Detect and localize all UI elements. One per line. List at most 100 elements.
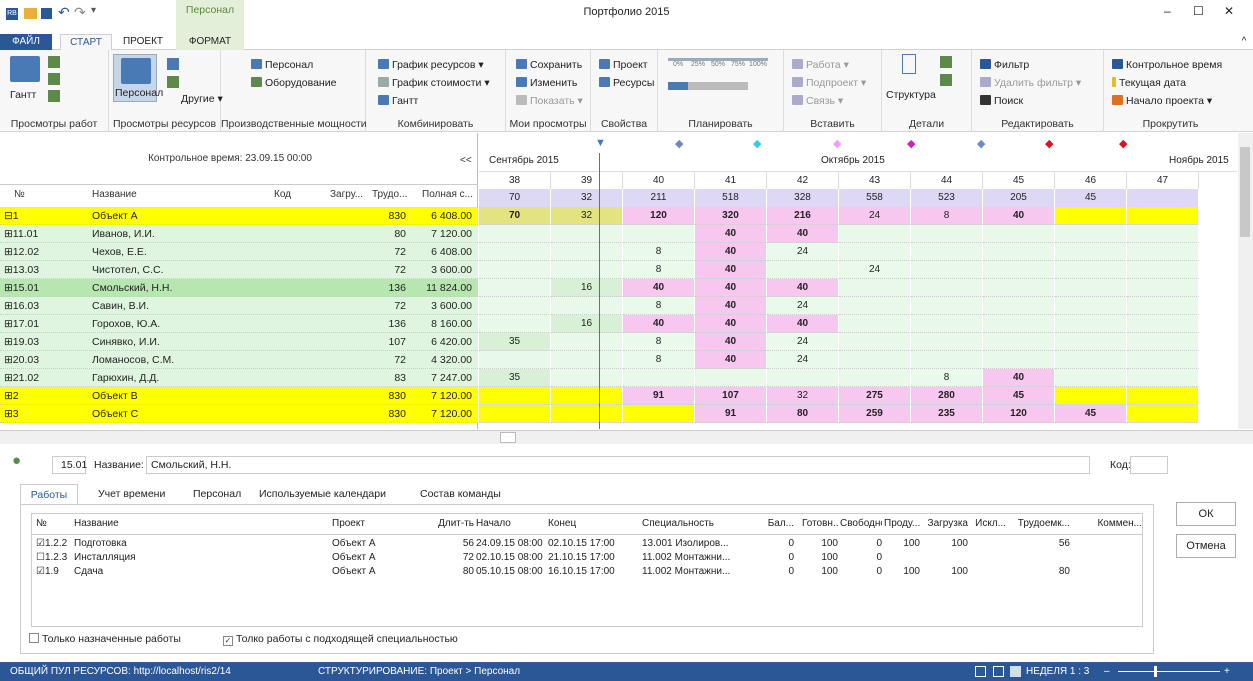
only-assigned-checkbox[interactable]: Только назначенные работы — [29, 633, 181, 645]
col-specialty[interactable]: Специальность — [642, 518, 750, 529]
timeline-cell[interactable] — [551, 225, 623, 243]
view-normal-icon[interactable] — [975, 666, 986, 677]
timeline-cell[interactable] — [1127, 387, 1199, 405]
col-labor[interactable]: Трудоемк... — [1008, 518, 1070, 529]
timeline-cell[interactable] — [551, 405, 623, 423]
timeline-cell[interactable]: 120 — [623, 207, 695, 225]
view-icon[interactable] — [167, 58, 179, 70]
view-icon[interactable] — [48, 73, 60, 85]
table-row[interactable]: ⊞19.03 Синявко, И.И. 107 6 420.00 — [0, 333, 478, 351]
view-grid-icon[interactable] — [993, 666, 1004, 677]
timeline-cell[interactable]: 24 — [767, 243, 839, 261]
timeline-cell[interactable] — [911, 261, 983, 279]
timeline-cell[interactable] — [911, 333, 983, 351]
table-row[interactable]: ⊞2 Объект В 830 7 120.00 — [0, 387, 478, 405]
list-item[interactable]: ☑1.2.2 Подготовка Объект А 56 24.09.15 08:00… — [32, 538, 1142, 552]
timeline-cell[interactable] — [551, 369, 623, 387]
table-row[interactable]: ⊞17.01 Горохов, Ю.А. 136 8 160.00 — [0, 315, 478, 333]
gantt-combine-button[interactable]: Гантт — [378, 94, 418, 108]
timeline-cell[interactable] — [1127, 405, 1199, 423]
resource-chart-button[interactable]: График ресурсов ▾ — [378, 58, 484, 72]
tab-team[interactable]: Состав команды — [420, 488, 501, 500]
timeline-cell[interactable] — [1055, 261, 1127, 279]
timeline-cell[interactable] — [767, 261, 839, 279]
timeline-cell[interactable]: 24 — [839, 261, 911, 279]
col-project[interactable]: Проект — [332, 518, 428, 529]
timeline-cell[interactable] — [479, 225, 551, 243]
timeline-cell[interactable]: 8 — [911, 369, 983, 387]
name-field[interactable]: Смольский, Н.Н. — [146, 456, 1090, 474]
timeline-cell[interactable]: 40 — [695, 225, 767, 243]
timeline-cell[interactable] — [839, 315, 911, 333]
timeline-cell[interactable]: 91 — [623, 387, 695, 405]
timeline-cell[interactable] — [839, 369, 911, 387]
maximize-button[interactable]: ☐ — [1193, 4, 1204, 18]
close-button[interactable]: ✕ — [1224, 4, 1234, 18]
insert-link-button[interactable]: Связь ▾ — [792, 94, 843, 108]
cap-equipment-button[interactable]: Оборудование — [251, 76, 336, 90]
list-item[interactable]: ☐1.2.3 Инсталляция Объект А 72 02.10.15 08:0… — [32, 552, 1142, 566]
scrollbar-thumb[interactable] — [1240, 147, 1250, 237]
collapse-timeline-button[interactable]: << — [460, 155, 472, 166]
outdent-icon[interactable] — [940, 74, 952, 86]
tab-file[interactable]: ФАЙЛ — [0, 34, 52, 50]
project-props-button[interactable]: Проект — [599, 58, 648, 72]
tab-project[interactable]: ПРОЕКТ — [118, 34, 168, 50]
timeline-cell[interactable]: 32 — [767, 387, 839, 405]
timeline-cell[interactable] — [623, 369, 695, 387]
timeline-cell[interactable]: 275 — [839, 387, 911, 405]
table-row[interactable]: ⊞13.03 Чистотел, С.С. 72 3 600.00 — [0, 261, 478, 279]
minimize-button[interactable]: – — [1164, 4, 1171, 18]
timeline-cell[interactable] — [1127, 279, 1199, 297]
timeline-cell[interactable] — [1127, 315, 1199, 333]
vertical-scrollbar[interactable] — [1238, 133, 1253, 429]
matching-specialty-checkbox[interactable]: ✓ Толко работы с подходящей специальность… — [223, 633, 458, 646]
current-date-button[interactable]: Текущая дата — [1112, 76, 1186, 90]
timeline-cell[interactable] — [551, 243, 623, 261]
timeline-cell[interactable]: 24 — [767, 351, 839, 369]
timeline-cell[interactable] — [1055, 351, 1127, 369]
timeline-cell[interactable]: 8 — [623, 297, 695, 315]
view-icon[interactable] — [167, 76, 179, 88]
zoom-in-button[interactable]: + — [1224, 662, 1230, 681]
col-code[interactable]: Код — [274, 189, 291, 200]
col-ready[interactable]: Готовн... — [802, 518, 838, 529]
timeline-cell[interactable]: 45 — [1055, 405, 1127, 423]
timeline-cell[interactable] — [1055, 333, 1127, 351]
timeline-cell[interactable]: 320 — [695, 207, 767, 225]
timeline-cell[interactable] — [1055, 279, 1127, 297]
table-row[interactable]: ⊟1 Объект А 830 6 408.00 — [0, 207, 478, 225]
timeline-cell[interactable] — [695, 369, 767, 387]
table-row[interactable]: ⊞21.02 Гарюхин, Д.Д. 83 7 247.00 — [0, 369, 478, 387]
cost-chart-button[interactable]: График стоимости ▾ — [378, 76, 490, 90]
timeline-cell[interactable]: 40 — [983, 369, 1055, 387]
timeline-cell[interactable]: 80 — [767, 405, 839, 423]
structure-button[interactable]: Структура — [886, 88, 936, 102]
timeline-cell[interactable]: 40 — [695, 297, 767, 315]
table-row[interactable]: ⊞15.01 Смольский, Н.Н. 136 11 824.00 — [0, 279, 478, 297]
timeline-cell[interactable]: 107 — [695, 387, 767, 405]
redo-icon[interactable]: ↷ — [74, 4, 86, 21]
timeline-cell[interactable]: 40 — [695, 261, 767, 279]
timeline-cell[interactable]: 259 — [839, 405, 911, 423]
col-start[interactable]: Начало — [476, 518, 546, 529]
edit-view-button[interactable]: Изменить — [516, 76, 577, 90]
col-name[interactable]: Название — [92, 189, 137, 200]
gantt-icon[interactable] — [10, 56, 40, 82]
timeline-cell[interactable] — [623, 405, 695, 423]
code-field[interactable] — [1130, 456, 1168, 474]
show-view-button[interactable]: Показать ▾ — [516, 94, 583, 108]
timeline-cell[interactable] — [1055, 297, 1127, 315]
view-gantt-icon[interactable] — [1010, 666, 1021, 677]
timeline-cell[interactable] — [911, 279, 983, 297]
timeline-cell[interactable]: 40 — [695, 333, 767, 351]
timeline-cell[interactable] — [911, 351, 983, 369]
timeline-cell[interactable] — [839, 297, 911, 315]
timeline-cell[interactable]: 24 — [839, 207, 911, 225]
timeline-cell[interactable] — [1127, 207, 1199, 225]
timeline-cell[interactable] — [767, 369, 839, 387]
pct-0-button[interactable]: 0% — [668, 58, 688, 68]
zoom-slider-thumb[interactable] — [1154, 666, 1157, 677]
timeline-cell[interactable] — [479, 297, 551, 315]
table-row[interactable]: ⊞12.02 Чехов, Е.Е. 72 6 408.00 — [0, 243, 478, 261]
